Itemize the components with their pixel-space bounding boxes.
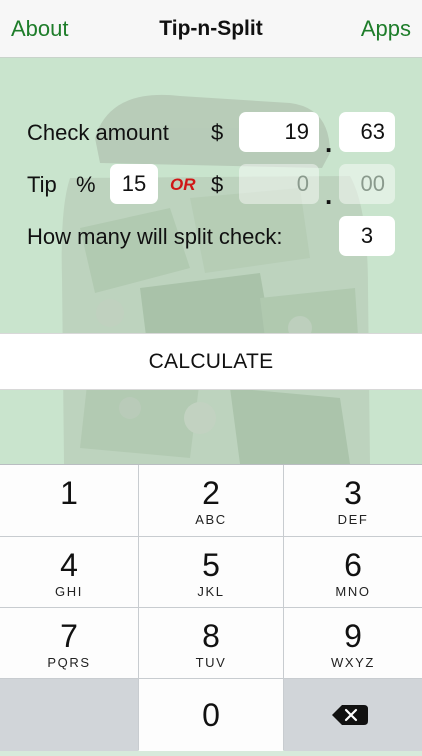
tip-percent-symbol: % — [76, 172, 96, 197]
keypad-blank-key — [0, 679, 138, 751]
delete-key[interactable] — [284, 679, 422, 751]
key-letters: ABC — [195, 512, 227, 527]
split-count-label: How many will split check: — [27, 224, 283, 249]
check-amount-label: Check amount — [27, 120, 169, 145]
check-currency-symbol: $ — [211, 120, 224, 145]
tip-decimal-point: . — [325, 180, 333, 210]
key-6[interactable]: 6 MNO — [284, 537, 422, 607]
key-letters: MNO — [335, 584, 371, 599]
key-1[interactable]: 1 — [0, 465, 138, 536]
key-digit: 0 — [202, 697, 220, 733]
key-digit: 9 — [344, 618, 362, 654]
check-dollars-input[interactable]: 19 — [239, 112, 319, 152]
key-digit: 4 — [60, 547, 78, 583]
apps-button[interactable]: Apps — [361, 16, 411, 42]
key-letters: PQRS — [47, 655, 91, 670]
key-digit: 3 — [344, 475, 362, 511]
key-digit: 5 — [202, 547, 220, 583]
numeric-keypad: 1 2 ABC 3 DEF 4 GHI 5 JKL 6 MNO 7 PQRS 8… — [0, 464, 422, 751]
calculate-button[interactable]: CALCULATE — [0, 333, 422, 390]
key-4[interactable]: 4 GHI — [0, 537, 138, 607]
or-label: OR — [170, 175, 196, 194]
key-digit: 1 — [60, 475, 78, 511]
key-digit: 2 — [202, 475, 220, 511]
key-5[interactable]: 5 JKL — [139, 537, 283, 607]
tip-form: Check amount $ 19 . 63 Tip % 15 OR $ 0 .… — [0, 58, 422, 464]
navigation-bar: About Tip-n-Split Apps — [0, 0, 422, 58]
key-0[interactable]: 0 — [139, 679, 283, 751]
key-letters: DEF — [337, 512, 369, 527]
check-cents-input[interactable]: 63 — [339, 112, 395, 152]
tip-dollars-input[interactable]: 0 — [239, 164, 319, 204]
tip-percent-input[interactable]: 15 — [110, 164, 158, 204]
backspace-icon — [332, 705, 368, 725]
key-digit: 6 — [344, 547, 362, 583]
key-7[interactable]: 7 PQRS — [0, 608, 138, 678]
tip-label: Tip — [27, 172, 57, 197]
key-8[interactable]: 8 TUV — [139, 608, 283, 678]
tip-currency-symbol: $ — [211, 172, 224, 197]
tip-cents-input[interactable]: 00 — [339, 164, 395, 204]
split-count-input[interactable]: 3 — [339, 216, 395, 256]
app-title: Tip-n-Split — [159, 17, 263, 40]
check-decimal-point: . — [325, 128, 333, 158]
key-3[interactable]: 3 DEF — [284, 465, 422, 536]
key-letters: TUV — [195, 655, 227, 670]
key-digit: 7 — [60, 618, 78, 654]
key-2[interactable]: 2 ABC — [139, 465, 283, 536]
key-9[interactable]: 9 WXYZ — [284, 608, 422, 678]
key-letters: WXYZ — [331, 655, 375, 670]
key-letters: JKL — [197, 584, 225, 599]
key-digit: 8 — [202, 618, 220, 654]
key-letters: GHI — [55, 584, 83, 599]
